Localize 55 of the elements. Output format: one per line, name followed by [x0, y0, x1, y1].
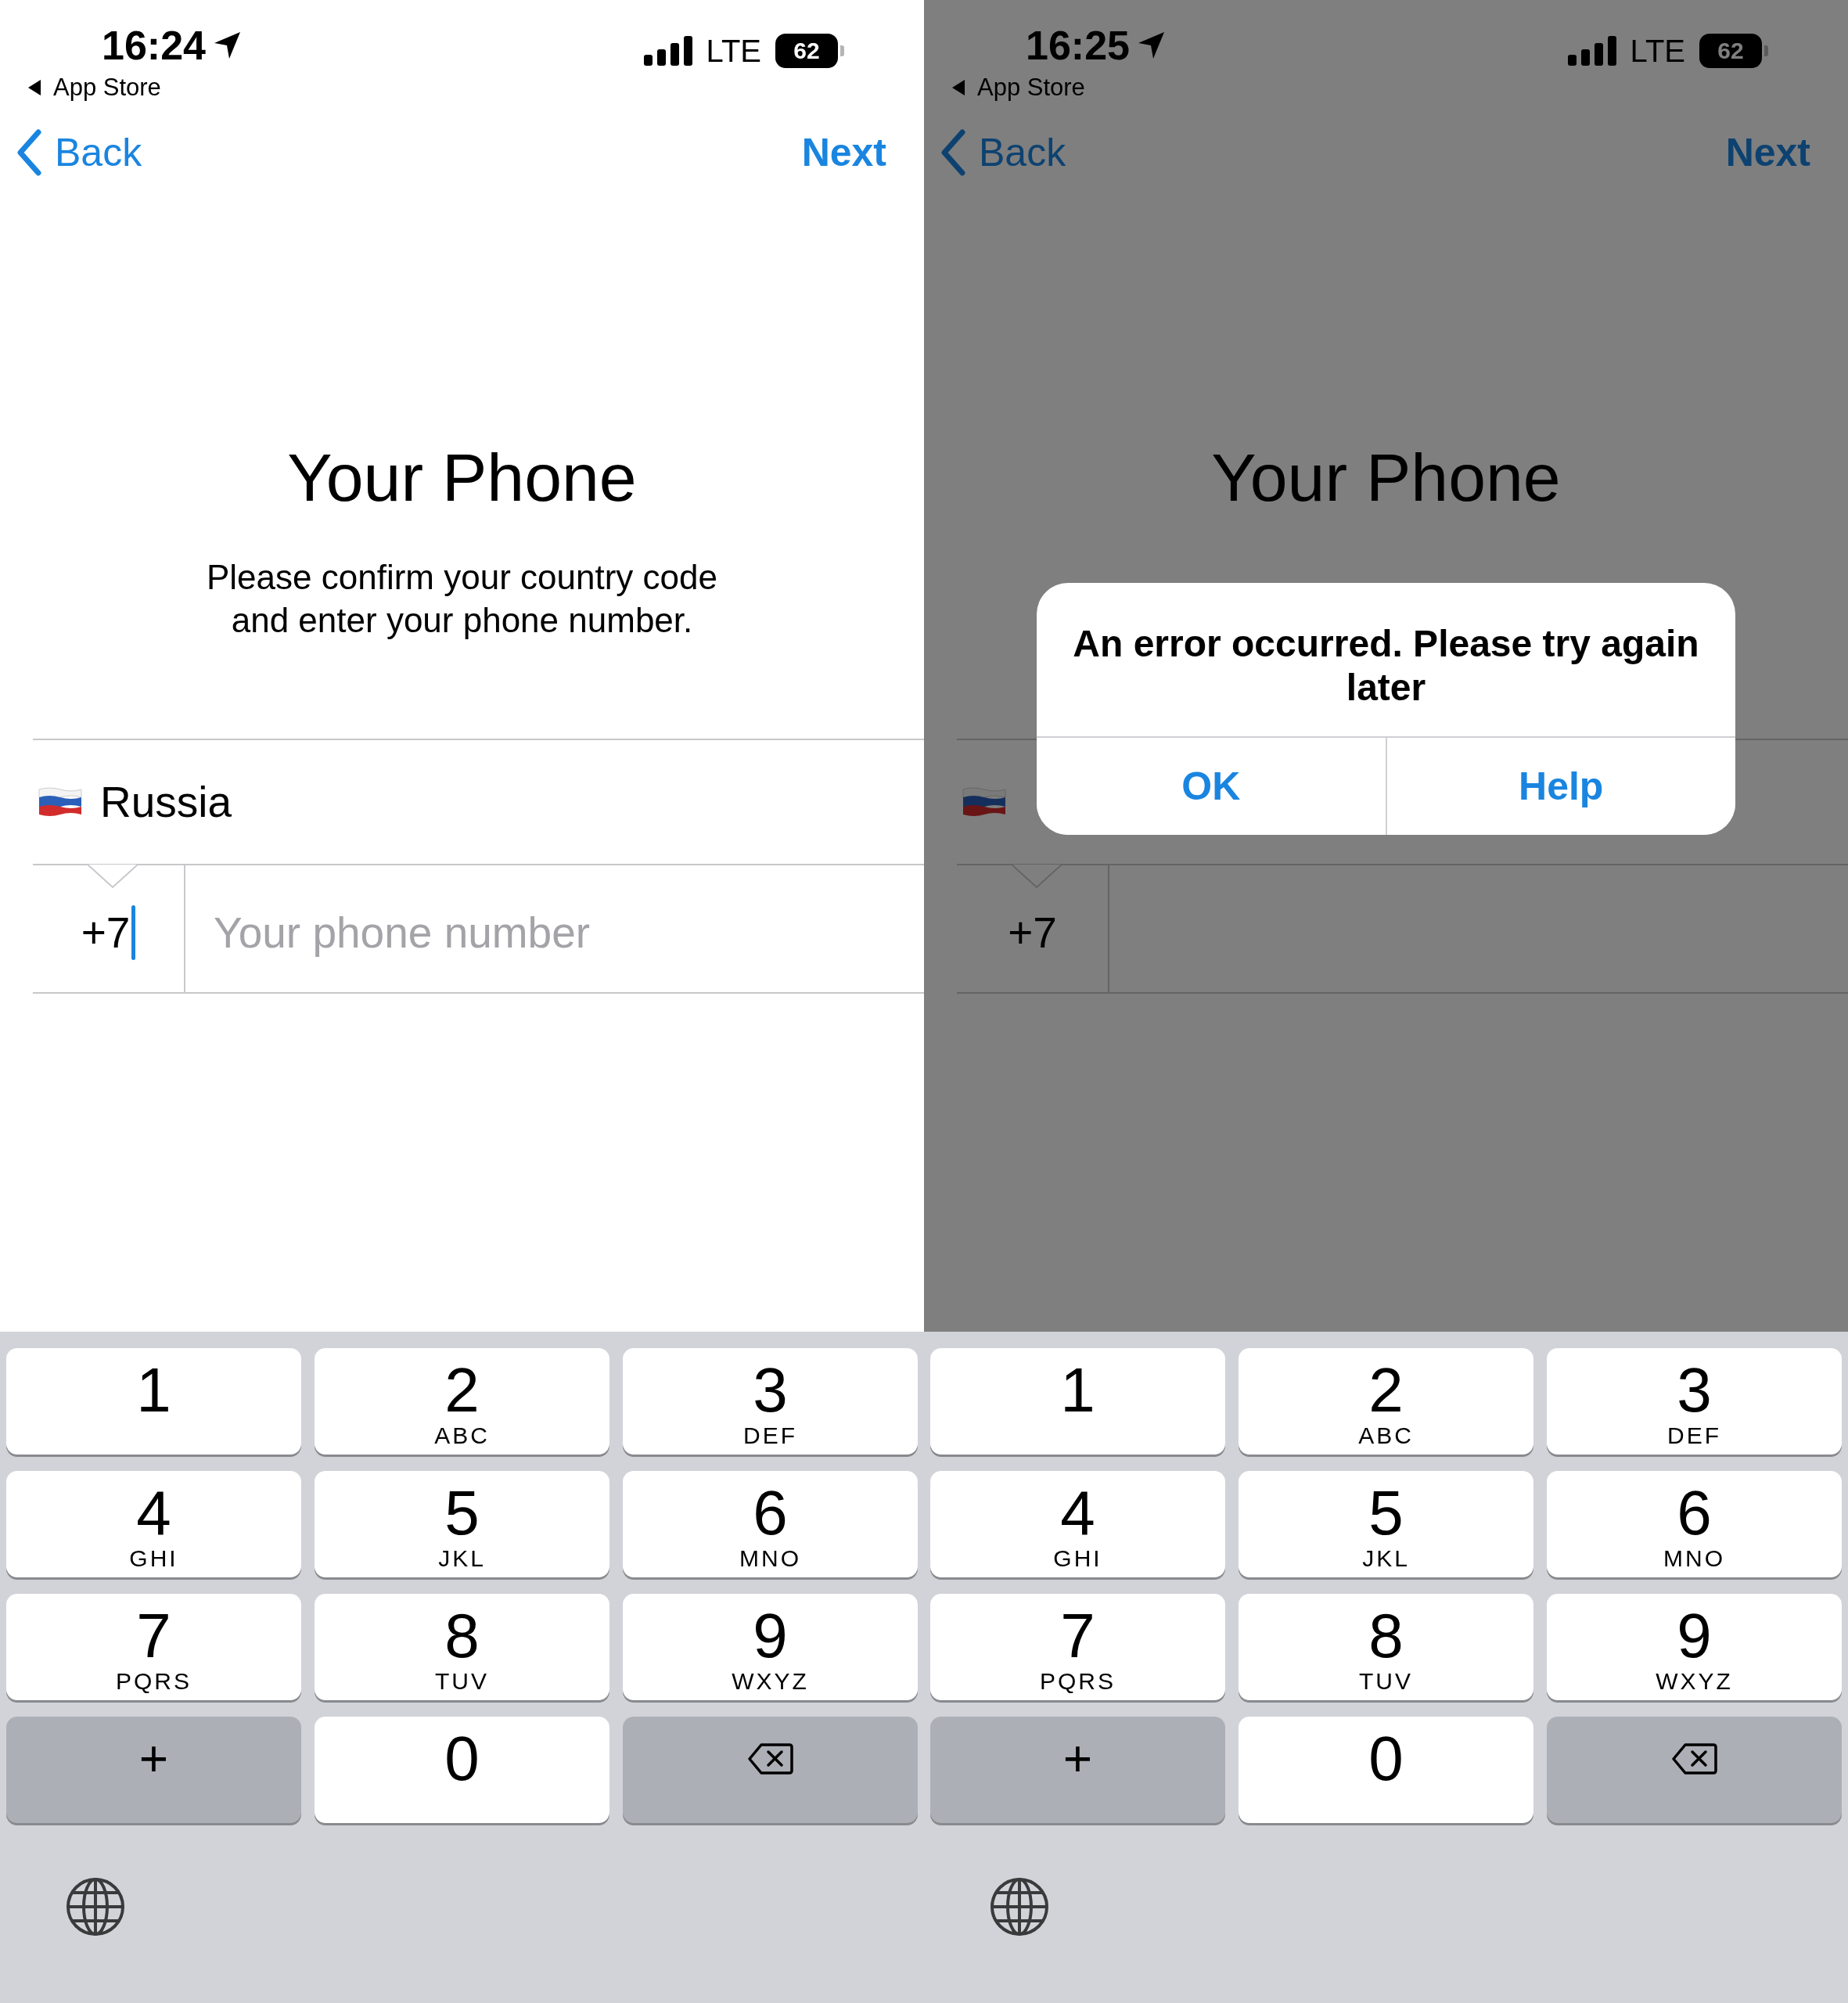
- plus-key[interactable]: +: [930, 1717, 1225, 1823]
- chevron-left-icon: [16, 129, 42, 176]
- key[interactable]: 6 MNO: [1547, 1471, 1842, 1577]
- key[interactable]: 9 WXYZ: [1547, 1594, 1842, 1700]
- back-triangle-icon: [951, 79, 966, 96]
- pointer-notch-icon: [1012, 864, 1062, 890]
- clock-time: 16:25: [1026, 22, 1130, 69]
- key[interactable]: 2 ABC: [1239, 1348, 1533, 1455]
- text-cursor: [131, 905, 136, 960]
- key[interactable]: 9 WXYZ: [623, 1594, 918, 1700]
- key[interactable]: 0: [1239, 1717, 1533, 1823]
- country-selector[interactable]: Russia: [33, 739, 924, 865]
- key[interactable]: 5 JKL: [1239, 1471, 1533, 1577]
- key[interactable]: 0: [315, 1717, 609, 1823]
- back-triangle-icon: [27, 79, 42, 96]
- network-label: LTE: [1630, 33, 1685, 69]
- key[interactable]: 6 MNO: [623, 1471, 918, 1577]
- delete-key[interactable]: [623, 1717, 918, 1823]
- key[interactable]: 7 PQRS: [6, 1594, 301, 1700]
- network-label: LTE: [706, 33, 761, 69]
- instruction-text: Please confirm your country code: [207, 557, 717, 598]
- back-to-app-link[interactable]: App Store: [53, 72, 161, 103]
- signal-bars-icon: [1567, 36, 1616, 66]
- page-title: Your Phone: [1210, 439, 1562, 516]
- pointer-notch-icon: [88, 864, 138, 890]
- country-code-field[interactable]: +7: [33, 865, 185, 992]
- key[interactable]: 8 TUV: [1239, 1594, 1533, 1700]
- signal-bars-icon: [643, 36, 692, 66]
- back-button[interactable]: Back: [16, 129, 142, 176]
- page-title: Your Phone: [286, 439, 638, 516]
- next-button[interactable]: Next: [801, 130, 886, 175]
- instruction-text: and enter your phone number.: [231, 600, 693, 641]
- chevron-left-icon: [940, 129, 966, 176]
- phone-number-field[interactable]: Your phone number: [185, 865, 924, 992]
- alert-message: An error occurred. Please try again later: [1072, 622, 1700, 710]
- alert-button[interactable]: OK: [1037, 738, 1387, 835]
- delete-key[interactable]: [1547, 1717, 1842, 1823]
- key[interactable]: 1: [6, 1348, 301, 1455]
- key[interactable]: 1: [930, 1348, 1225, 1455]
- back-to-app-link[interactable]: App Store: [977, 72, 1085, 103]
- key[interactable]: 3 DEF: [1547, 1348, 1842, 1455]
- key[interactable]: 8 TUV: [315, 1594, 609, 1700]
- globe-icon: [65, 1876, 126, 1937]
- backspace-icon: [746, 1742, 794, 1775]
- key[interactable]: 3 DEF: [623, 1348, 918, 1455]
- backspace-icon: [1670, 1742, 1718, 1775]
- key[interactable]: 4 GHI: [6, 1471, 301, 1577]
- key[interactable]: 5 JKL: [315, 1471, 609, 1577]
- key[interactable]: 2 ABC: [315, 1348, 609, 1455]
- clock-time: 16:24: [102, 22, 206, 69]
- globe-icon: [989, 1876, 1050, 1937]
- key[interactable]: 7 PQRS: [930, 1594, 1225, 1700]
- plus-key[interactable]: +: [6, 1717, 301, 1823]
- country-code-field[interactable]: +7: [957, 865, 1109, 992]
- key[interactable]: 4 GHI: [930, 1471, 1225, 1577]
